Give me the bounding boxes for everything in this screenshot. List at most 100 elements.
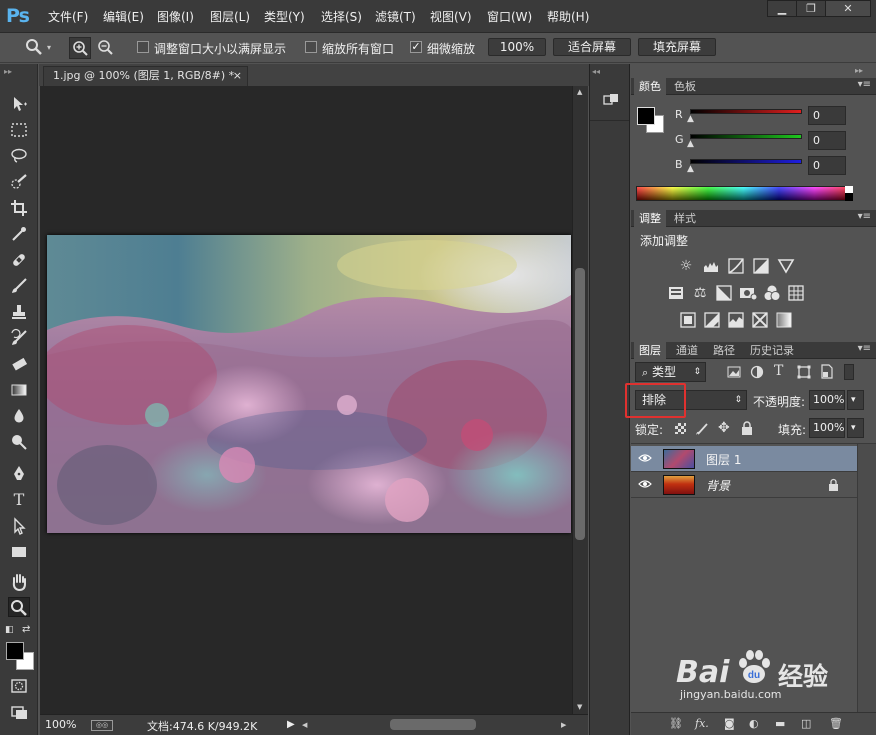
eyedropper-tool-icon[interactable] bbox=[8, 224, 30, 244]
panel-menu-icon[interactable]: ▾≡ bbox=[858, 79, 871, 90]
opacity-dropdown-icon[interactable]: ▾ bbox=[847, 390, 864, 410]
zoom-out-icon[interactable] bbox=[95, 37, 117, 59]
threshold-icon[interactable] bbox=[727, 311, 745, 329]
gradient-tool-icon[interactable] bbox=[8, 380, 30, 400]
history-panel-icon[interactable] bbox=[603, 92, 619, 108]
fill-screen-button[interactable]: 填充屏幕 bbox=[638, 38, 716, 56]
menu-edit[interactable]: 编辑(E) bbox=[103, 8, 144, 25]
lock-transparent-icon[interactable] bbox=[675, 423, 686, 434]
quick-selection-tool-icon[interactable] bbox=[8, 172, 30, 192]
lasso-tool-icon[interactable] bbox=[8, 146, 30, 166]
trash-icon[interactable]: 🗑 bbox=[829, 717, 843, 730]
quick-mask-icon[interactable] bbox=[8, 676, 30, 696]
link-layers-icon[interactable]: ⛓ bbox=[669, 717, 683, 730]
black-white-icon[interactable] bbox=[715, 284, 733, 302]
visibility-eye-icon[interactable] bbox=[638, 452, 652, 464]
levels-icon[interactable] bbox=[702, 257, 720, 275]
brush-tool-icon[interactable] bbox=[8, 276, 30, 296]
clone-stamp-tool-icon[interactable] bbox=[8, 302, 30, 322]
resize-windows-checkbox[interactable] bbox=[137, 41, 149, 53]
zoom-level[interactable]: 100% bbox=[45, 718, 76, 731]
layer-name[interactable]: 图层 1 bbox=[706, 451, 741, 468]
tab-history[interactable]: 历史记录 bbox=[745, 342, 799, 359]
channel-b-slider[interactable] bbox=[690, 159, 802, 164]
marquee-tool-icon[interactable] bbox=[8, 120, 30, 140]
blur-tool-icon[interactable] bbox=[8, 406, 30, 426]
menu-type[interactable]: 类型(Y) bbox=[264, 8, 305, 25]
gradient-map-icon[interactable] bbox=[775, 311, 793, 329]
layer-row-layer1[interactable]: 图层 1 bbox=[631, 446, 857, 472]
foreground-color-swatch[interactable] bbox=[6, 642, 24, 660]
filter-toggle-switch[interactable] bbox=[844, 364, 854, 380]
visibility-eye-icon[interactable] bbox=[638, 478, 652, 490]
tab-layers[interactable]: 图层 bbox=[634, 342, 666, 359]
curves-icon[interactable] bbox=[727, 257, 745, 275]
healing-brush-tool-icon[interactable] bbox=[8, 250, 30, 270]
tab-channels[interactable]: 通道 bbox=[671, 342, 703, 359]
foreground-color-swatch[interactable] bbox=[637, 107, 655, 125]
path-selection-tool-icon[interactable] bbox=[8, 516, 30, 536]
tab-adjustments[interactable]: 调整 bbox=[634, 210, 666, 227]
history-brush-tool-icon[interactable] bbox=[8, 328, 30, 348]
tab-paths[interactable]: 路径 bbox=[708, 342, 740, 359]
lock-position-icon[interactable]: ✥ bbox=[718, 420, 730, 436]
menu-file[interactable]: 文件(F) bbox=[48, 8, 88, 25]
menu-select[interactable]: 选择(S) bbox=[321, 8, 362, 25]
minimize-button[interactable]: ▁ bbox=[767, 0, 797, 17]
panel-menu-icon[interactable]: ▾≡ bbox=[858, 211, 871, 222]
default-colors-icon[interactable]: ◧ bbox=[5, 625, 14, 635]
zoom-tool-icon[interactable] bbox=[8, 597, 30, 617]
exposure-icon[interactable] bbox=[752, 257, 770, 275]
tab-styles[interactable]: 样式 bbox=[669, 210, 701, 227]
channel-b-input[interactable]: 0 bbox=[808, 156, 846, 175]
channel-mixer-icon[interactable] bbox=[763, 284, 781, 302]
add-mask-icon[interactable]: ◙ bbox=[724, 717, 735, 730]
menu-layer[interactable]: 图层(L) bbox=[210, 8, 250, 25]
menu-view[interactable]: 视图(V) bbox=[430, 8, 472, 25]
zoom-in-icon[interactable] bbox=[69, 37, 91, 59]
slider-handle-icon[interactable]: ▲ bbox=[687, 164, 694, 174]
eraser-tool-icon[interactable] bbox=[8, 354, 30, 374]
fx-icon[interactable]: fx. bbox=[695, 717, 709, 730]
fill-input[interactable]: 100% bbox=[809, 418, 845, 438]
slider-handle-icon[interactable]: ▲ bbox=[687, 139, 694, 149]
crop-tool-icon[interactable] bbox=[8, 198, 30, 218]
lock-pixels-icon[interactable] bbox=[695, 421, 710, 436]
opacity-input[interactable]: 100% bbox=[809, 390, 845, 410]
scrubby-zoom-checkbox[interactable]: ✓ bbox=[410, 41, 422, 53]
zoom-all-checkbox[interactable] bbox=[305, 41, 317, 53]
channel-r-input[interactable]: 0 bbox=[808, 106, 846, 125]
vertical-scrollbar-thumb[interactable] bbox=[575, 268, 585, 540]
filter-shape-icon[interactable] bbox=[797, 365, 811, 379]
color-lookup-icon[interactable] bbox=[787, 284, 805, 302]
color-balance-icon[interactable]: ⚖ bbox=[691, 284, 709, 302]
new-adjustment-icon[interactable]: ◐ bbox=[749, 717, 759, 730]
filter-smart-object-icon[interactable] bbox=[820, 364, 834, 379]
posterize-icon[interactable] bbox=[703, 311, 721, 329]
invert-icon[interactable] bbox=[679, 311, 697, 329]
selective-color-icon[interactable] bbox=[751, 311, 769, 329]
color-spectrum-ramp[interactable] bbox=[636, 186, 851, 201]
layer-filter-kind-select[interactable]: ⌕ 类型 ⇕ bbox=[635, 362, 706, 382]
tab-color[interactable]: 颜色 bbox=[634, 78, 666, 95]
close-button[interactable]: ✕ bbox=[825, 0, 871, 17]
scroll-down-icon[interactable]: ▼ bbox=[577, 703, 582, 711]
layer-name[interactable]: 背景 bbox=[706, 477, 730, 494]
close-icon[interactable]: × bbox=[233, 67, 242, 85]
scroll-up-icon[interactable]: ▲ bbox=[577, 88, 582, 96]
channel-r-slider[interactable] bbox=[690, 109, 802, 114]
pen-tool-icon[interactable] bbox=[8, 464, 30, 484]
scroll-left-icon[interactable]: ◀ bbox=[302, 721, 307, 729]
rectangle-tool-icon[interactable] bbox=[8, 542, 30, 562]
move-tool-icon[interactable] bbox=[8, 94, 30, 114]
new-group-icon[interactable]: ▬ bbox=[775, 717, 785, 730]
filter-pixel-icon[interactable] bbox=[727, 365, 741, 379]
screen-mode-icon[interactable] bbox=[8, 702, 30, 722]
collapse-icon[interactable]: ▸▸ bbox=[4, 67, 12, 76]
zoom-tool-preset-icon[interactable] bbox=[24, 37, 44, 57]
menu-filter[interactable]: 滤镜(T) bbox=[375, 8, 416, 25]
slider-handle-icon[interactable]: ▲ bbox=[687, 114, 694, 124]
horizontal-scrollbar-thumb[interactable] bbox=[390, 719, 476, 730]
tab-swatches[interactable]: 色板 bbox=[669, 78, 701, 95]
menu-window[interactable]: 窗口(W) bbox=[487, 8, 532, 25]
